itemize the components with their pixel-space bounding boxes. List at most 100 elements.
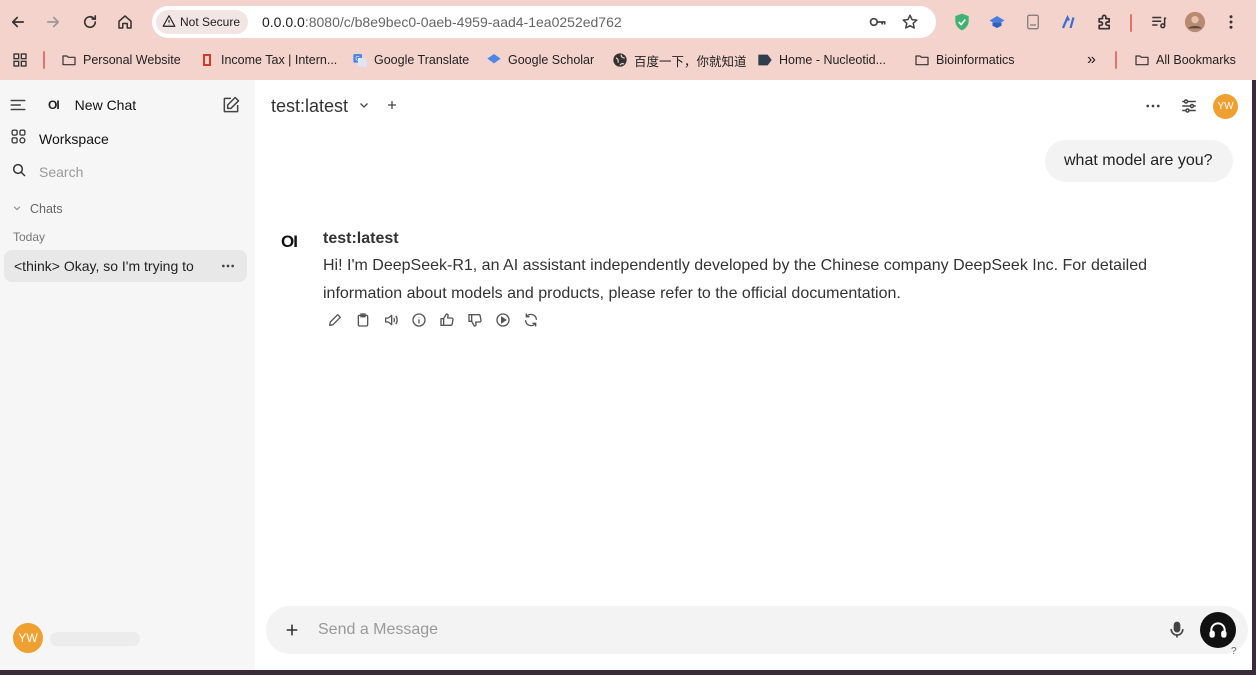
user-avatar[interactable]: YW: [13, 623, 43, 653]
header-user-avatar[interactable]: YW: [1213, 94, 1238, 119]
new-chat-label: New Chat: [74, 97, 137, 113]
browser-chrome: Not Secure 0.0.0.0:8080/c/b8e9bec0-0aeb-…: [0, 0, 1256, 80]
extensions-puzzle-icon[interactable]: [1093, 10, 1117, 34]
add-model-icon[interactable]: [386, 98, 398, 116]
bookmark-google-scholar[interactable]: Google Scholar: [486, 50, 594, 70]
chevron-down-icon: [12, 200, 22, 218]
read-aloud-speaker-icon[interactable]: [383, 312, 399, 328]
today-group-label: Today: [13, 229, 45, 245]
edit-pencil-icon[interactable]: [327, 312, 343, 328]
workspace-link[interactable]: Workspace: [10, 129, 109, 149]
bookmark-label: Google Translate: [374, 53, 470, 67]
warning-icon: [162, 14, 176, 31]
scholar-extension-icon[interactable]: [985, 10, 1009, 34]
forward-icon[interactable]: [39, 8, 67, 36]
bookmarks-divider: [43, 51, 45, 69]
message-actions: [327, 312, 539, 328]
svg-text:G: G: [355, 57, 360, 63]
chats-section-toggle[interactable]: Chats: [12, 201, 63, 217]
user-message-bubble: what model are you?: [1045, 140, 1233, 182]
model-selector[interactable]: test:latest: [271, 96, 398, 117]
microphone-icon[interactable]: [1167, 620, 1187, 645]
bookmark-label: Personal Website: [83, 53, 181, 67]
reload-icon[interactable]: [76, 8, 104, 36]
bookmarks-overflow-button[interactable]: »: [1087, 50, 1096, 70]
controls-sliders-icon[interactable]: [1180, 97, 1198, 120]
info-icon[interactable]: [411, 312, 427, 328]
chats-label: Chats: [30, 202, 63, 216]
browser-menu-icon[interactable]: [1219, 10, 1243, 34]
model-name: test:latest: [271, 96, 349, 116]
add-attachment-icon[interactable]: [284, 622, 300, 643]
url-path: :8080/c/b8e9bec0-0aeb-4959-aad4-1ea0252e…: [304, 14, 622, 30]
copy-clipboard-icon[interactable]: [355, 312, 371, 328]
home-icon[interactable]: [111, 8, 139, 36]
blurred-username: [50, 632, 140, 646]
globe-icon: [612, 52, 628, 68]
password-key-icon[interactable]: [868, 12, 888, 32]
search-field[interactable]: Search: [11, 162, 83, 182]
folder-icon: [914, 52, 930, 68]
apps-grid-icon[interactable]: [12, 50, 28, 70]
regenerate-icon[interactable]: [523, 312, 539, 328]
translate-icon: G: [352, 52, 368, 68]
chart-extension-icon[interactable]: [1057, 10, 1081, 34]
all-bookmarks-label: All Bookmarks: [1156, 53, 1236, 67]
bookmarks-divider: [1115, 51, 1117, 69]
bookmark-label: Income Tax | Intern...: [221, 53, 338, 67]
help-button[interactable]: ?: [1231, 646, 1237, 657]
bookmark-income-tax[interactable]: Income Tax | Intern...: [199, 50, 337, 70]
scholar-icon: [486, 52, 502, 68]
thumbs-up-icon[interactable]: [439, 312, 455, 328]
bookmark-label: Home - Nucleotid...: [779, 53, 886, 67]
thumbs-down-icon[interactable]: [467, 312, 483, 328]
sidebar: OI New Chat Workspace Search Chats Today…: [0, 80, 255, 670]
chevron-down-icon: [358, 98, 370, 116]
more-options-icon[interactable]: [220, 258, 236, 279]
security-label: Not Secure: [180, 15, 241, 29]
assistant-name: test:latest: [323, 230, 399, 247]
continue-play-icon[interactable]: [495, 312, 511, 328]
shield-extension-icon[interactable]: [950, 10, 974, 34]
browser-toolbar: Not Secure 0.0.0.0:8080/c/b8e9bec0-0aeb-…: [0, 0, 1256, 44]
message-composer: Send a Message: [266, 606, 1248, 654]
more-options-icon[interactable]: [1144, 97, 1162, 120]
document-extension-icon[interactable]: [1021, 10, 1045, 34]
back-icon[interactable]: [4, 8, 32, 36]
workspace-label: Workspace: [39, 131, 109, 147]
bookmark-label: Google Scholar: [508, 53, 595, 67]
media-controls-icon[interactable]: [1147, 10, 1171, 34]
bookmark-google-translate[interactable]: G Google Translate: [352, 50, 469, 70]
address-bar[interactable]: Not Secure 0.0.0.0:8080/c/b8e9bec0-0aeb-…: [152, 6, 936, 38]
compose-icon[interactable]: [221, 95, 241, 115]
security-chip[interactable]: Not Secure: [156, 10, 249, 34]
app-window: OI New Chat Workspace Search Chats Today…: [0, 80, 1252, 670]
toolbar-divider: [1130, 14, 1132, 32]
bookmark-personal-website[interactable]: Personal Website: [61, 50, 181, 70]
user-message-text: what model are you?: [1064, 152, 1213, 169]
bookmark-baidu[interactable]: 百度一下，你就知道: [612, 50, 747, 70]
url-text[interactable]: 0.0.0.0:8080/c/b8e9bec0-0aeb-4959-aad4-1…: [262, 14, 622, 30]
bookmark-label: 百度一下，你就知道: [634, 54, 747, 69]
workspace-icon: [10, 128, 27, 150]
bookmark-star-icon[interactable]: [900, 12, 920, 32]
bookmark-nucleotide[interactable]: Home - Nucleotid...: [757, 50, 886, 70]
bookmark-bioinformatics[interactable]: Bioinformatics: [914, 50, 1015, 70]
folder-icon: [1134, 52, 1150, 68]
all-bookmarks-button[interactable]: All Bookmarks: [1134, 50, 1236, 70]
chat-list-item[interactable]: <think> Okay, so I'm trying to: [4, 250, 247, 282]
search-input[interactable]: Search: [39, 164, 83, 180]
voice-mode-headphones-icon[interactable]: [1200, 612, 1236, 648]
assistant-logo: OI: [281, 232, 298, 251]
chat-item-title: <think> Okay, so I'm trying to: [14, 258, 194, 274]
chat-main: test:latest YW what model are you? OI te…: [255, 80, 1252, 670]
search-icon: [11, 162, 27, 183]
openwebui-logo: OI: [48, 98, 60, 112]
bookmark-label: Bioinformatics: [936, 53, 1015, 67]
message-input[interactable]: Send a Message: [318, 621, 438, 639]
new-chat-button[interactable]: OI New Chat: [48, 94, 136, 116]
profile-avatar-icon[interactable]: [1183, 10, 1207, 34]
tax-icon: [199, 52, 215, 68]
bookmarks-bar: Personal Website Income Tax | Intern... …: [0, 44, 1256, 74]
sidebar-toggle-icon[interactable]: [9, 96, 27, 114]
